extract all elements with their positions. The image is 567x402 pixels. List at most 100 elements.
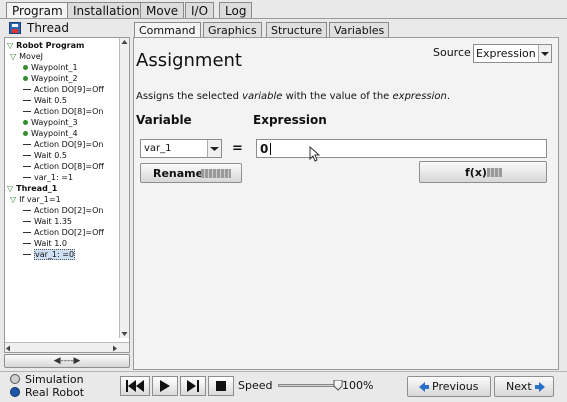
speed-slider[interactable] (278, 380, 343, 391)
tree-item[interactable]: var_1: =1 (23, 172, 73, 183)
scrollbar-arrows-icon (6, 345, 117, 352)
tree-item-label: Action DO[8]=On (34, 107, 104, 116)
tree-item[interactable]: ▽ MoveJ (10, 51, 43, 62)
tab-installation[interactable]: Installation (67, 2, 146, 18)
waypoint-icon (23, 120, 28, 125)
tree-item-label: var_1: =1 (34, 173, 74, 182)
tree-item[interactable]: Waypoint_1 (23, 62, 78, 73)
chevron-down-icon (538, 45, 551, 62)
tree-item-label: Waypoint_1 (31, 63, 78, 72)
tree-item[interactable]: Action DO[9]=On (23, 139, 103, 150)
node-icon (23, 89, 31, 90)
tree-item-label: Thread_1 (16, 184, 58, 193)
tab-structure[interactable]: Structure (266, 22, 328, 38)
tree-item[interactable]: Waypoint_3 (23, 117, 78, 128)
next-button[interactable]: Next (494, 376, 554, 397)
rewind-icon (126, 380, 144, 392)
arrow-right-icon (535, 382, 545, 392)
tree-item-label: Wait 1.35 (34, 217, 73, 226)
tab-io[interactable]: I/O (185, 2, 215, 18)
node-icon (23, 111, 31, 112)
expand-icon: ▽ (7, 41, 14, 50)
waypoint-icon (23, 65, 28, 70)
source-label: Source (433, 46, 471, 59)
node-icon (23, 254, 31, 255)
tab-move[interactable]: Move (140, 2, 185, 18)
page-title: Assignment (136, 50, 242, 71)
tab-variables[interactable]: Variables (329, 22, 390, 38)
speed-slider-track (278, 384, 340, 387)
tree-item[interactable]: Action DO[2]=Off (23, 227, 104, 238)
source-select[interactable]: Expression (473, 44, 552, 63)
rewind-button[interactable] (120, 376, 150, 396)
step-button[interactable] (180, 376, 206, 396)
tree-item[interactable]: Waypoint_2 (23, 73, 78, 84)
program-tree[interactable]: ▽ Robot Program ▽ MoveJ Waypoint_1 Waypoint_2… (4, 37, 130, 353)
tree-vertical-scrollbar[interactable] (119, 38, 129, 338)
tree-item-label: Action DO[2]=Off (34, 228, 104, 237)
tree-item[interactable]: Action DO[2]=On (23, 205, 103, 216)
command-panel: Assignment Source Expression Assigns the… (133, 37, 559, 370)
tree-item[interactable]: Wait 0.5 (23, 95, 67, 106)
equals-sign: = (232, 141, 243, 156)
tree-item-label: Waypoint_2 (31, 74, 78, 83)
tree-item-label: Wait 1.0 (34, 239, 67, 248)
chevron-down-icon (207, 140, 221, 157)
stop-button[interactable] (208, 376, 234, 396)
thread-save-icon (9, 22, 21, 34)
tab-program[interactable]: Program (6, 2, 69, 19)
thread-header: Thread (4, 21, 130, 36)
tree-item[interactable]: Wait 1.35 (23, 216, 72, 227)
fx-button[interactable]: f(x) (419, 161, 547, 183)
node-icon (23, 177, 31, 178)
tree-item[interactable]: ▽ If var_1=1 (10, 194, 61, 205)
tree-item-label: Action DO[2]=On (34, 206, 104, 215)
node-icon (23, 232, 31, 233)
expression-field[interactable]: 0 (256, 139, 547, 158)
text-cursor (270, 143, 271, 155)
tree-item[interactable]: var_1: =0 (23, 249, 76, 260)
real-robot-radio[interactable] (10, 387, 20, 397)
variable-select[interactable]: var_1 (140, 139, 222, 158)
tree-item-label: var_1: =0 (34, 249, 76, 260)
tree-nav-button[interactable]: ◀----▶ (4, 354, 130, 368)
tree-item[interactable]: Waypoint_4 (23, 128, 78, 139)
previous-button[interactable]: Previous (407, 376, 491, 397)
tree-item[interactable]: ▽ Robot Program (7, 40, 84, 51)
tree-item[interactable]: Action DO[8]=Off (23, 161, 104, 172)
assignment-description: Assigns the selected variable with the v… (136, 91, 451, 102)
keyboard-icon (487, 168, 502, 177)
tree-item[interactable]: Action DO[9]=Off (23, 84, 104, 95)
tree-item[interactable]: Wait 1.0 (23, 238, 67, 249)
variable-header: Variable (136, 113, 192, 127)
tree-item-label: Action DO[9]=Off (34, 85, 104, 94)
tree-item-label: Robot Program (16, 41, 85, 50)
tree-item[interactable]: Wait 0.5 (23, 150, 67, 161)
expand-icon: ▽ (7, 184, 14, 193)
tab-command[interactable]: Command (134, 22, 201, 38)
tree-item-label: Wait 0.5 (34, 151, 67, 160)
tree-item-label: Action DO[8]=Off (34, 162, 104, 171)
tab-graphics[interactable]: Graphics (203, 22, 262, 38)
play-button[interactable] (152, 376, 178, 396)
node-icon (23, 100, 31, 101)
tree-item[interactable]: ▽ Thread_1 (7, 183, 57, 194)
tree-item-label: If var_1=1 (19, 195, 61, 204)
node-icon (23, 221, 31, 222)
bottom-divider (0, 371, 567, 372)
waypoint-icon (23, 131, 28, 136)
tree-item-label: Wait 0.5 (34, 96, 67, 105)
tree-item-label: Waypoint_4 (31, 129, 78, 138)
step-icon (187, 380, 199, 392)
node-icon (23, 144, 31, 145)
simulation-radio[interactable] (10, 374, 20, 384)
tree-item-label: Action DO[9]=On (34, 140, 104, 149)
node-icon (23, 210, 31, 211)
arrow-left-icon (419, 382, 429, 392)
speed-label: Speed (238, 379, 273, 392)
tree-item[interactable]: Action DO[8]=On (23, 106, 103, 117)
waypoint-icon (23, 76, 28, 81)
tree-horizontal-scrollbar[interactable] (5, 342, 129, 352)
tab-log[interactable]: Log (219, 2, 253, 18)
rename-button[interactable]: Rename (140, 163, 242, 183)
